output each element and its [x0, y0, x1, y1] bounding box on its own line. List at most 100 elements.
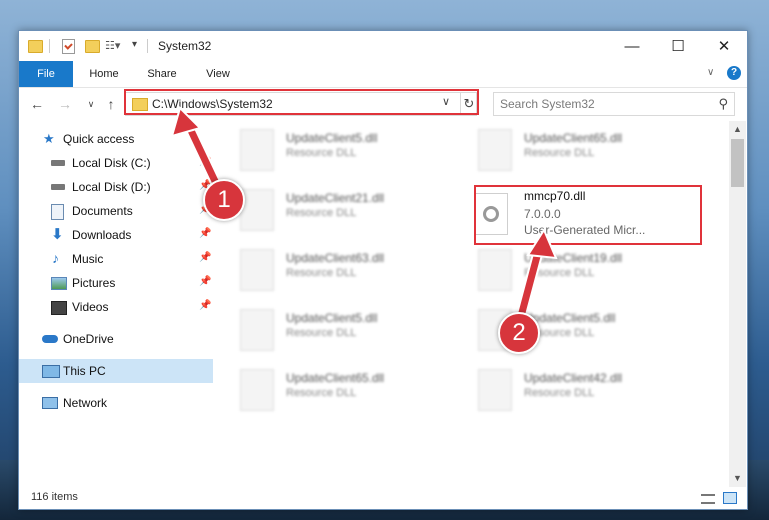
- list-item[interactable]: UpdateClient5.dll Resource DLL: [214, 127, 444, 175]
- new-folder-icon[interactable]: [85, 40, 100, 53]
- pin-icon: 📌: [199, 228, 212, 239]
- sidebar-item-onedrive[interactable]: OneDrive: [19, 327, 213, 351]
- network-icon: [42, 397, 58, 409]
- scrollbar-thumb[interactable]: [731, 139, 744, 187]
- up-arrow-icon[interactable]: ↑: [101, 94, 121, 114]
- pin-icon: 📌: [199, 300, 212, 311]
- monitor-icon: [42, 365, 60, 378]
- title-bar: ☷▾ ▾ System32 — ☐ ✕: [19, 31, 747, 61]
- toolbar-divider: [147, 39, 148, 53]
- forward-arrow-icon[interactable]: →: [55, 94, 75, 114]
- sidebar-item-label: Videos: [72, 300, 109, 314]
- minimize-button[interactable]: —: [609, 31, 655, 61]
- dll-file-icon: [478, 369, 512, 411]
- drive-icon: [51, 160, 65, 166]
- cloud-icon: [42, 335, 58, 343]
- list-item[interactable]: UpdateClient5.dll Resource DLL: [452, 307, 682, 355]
- dll-file-icon: [240, 129, 274, 171]
- callout-badge-2: 2: [498, 312, 540, 354]
- toolbar-divider: [49, 39, 50, 53]
- sidebar-item-pictures[interactable]: Pictures 📌: [19, 271, 213, 295]
- sidebar-item-label: Network: [63, 396, 108, 410]
- callout-badge-1: 1: [203, 179, 245, 221]
- dll-file-icon: [240, 369, 274, 411]
- vertical-scrollbar[interactable]: ▲ ▼: [729, 121, 746, 487]
- drive-icon: [51, 184, 65, 190]
- search-placeholder: Search System32: [500, 97, 595, 111]
- sidebar-item-label: Music: [72, 252, 104, 266]
- file-name: UpdateClient65.dll: [524, 131, 623, 145]
- sidebar-item-documents[interactable]: Documents 📌: [19, 199, 213, 223]
- film-icon: [51, 301, 67, 315]
- list-item[interactable]: UpdateClient63.dll Resource DLL: [214, 247, 444, 295]
- file-name: UpdateClient19.dll: [524, 251, 623, 265]
- item-count: 116 items: [31, 491, 78, 503]
- status-bar: 116 items: [19, 487, 747, 509]
- pictures-icon: [51, 277, 67, 290]
- dll-file-icon: [240, 309, 274, 351]
- ribbon: File Home Share View ∨ ?: [19, 61, 747, 88]
- file-name: UpdateClient21.dll: [286, 191, 385, 205]
- file-highlight-box: [474, 185, 702, 245]
- sidebar-item-label: This PC: [63, 364, 106, 378]
- sidebar-item-network[interactable]: Network: [19, 391, 213, 415]
- list-item[interactable]: UpdateClient65.dll Resource DLL: [214, 367, 444, 415]
- dll-file-icon: [478, 249, 512, 291]
- list-item[interactable]: UpdateClient21.dll Resource DLL: [214, 187, 444, 235]
- chevron-down-icon[interactable]: ∨: [707, 67, 714, 78]
- window-title: System32: [158, 39, 212, 53]
- file-name: UpdateClient65.dll: [286, 371, 385, 385]
- pin-icon: 📌: [199, 276, 212, 287]
- tab-share[interactable]: Share: [137, 61, 187, 87]
- sidebar-item-videos[interactable]: Videos 📌: [19, 295, 213, 319]
- properties-icon[interactable]: [62, 39, 75, 54]
- file-description: Resource DLL: [524, 387, 595, 399]
- list-item[interactable]: UpdateClient5.dll Resource DLL: [214, 307, 444, 355]
- music-note-icon: ♪: [52, 250, 59, 266]
- dll-file-icon: [240, 189, 274, 231]
- file-description: Resource DLL: [286, 267, 357, 279]
- download-arrow-icon: ⬇: [51, 226, 64, 243]
- address-highlight-box: [124, 89, 479, 115]
- sidebar-item-local-disk-d[interactable]: Local Disk (D:) 📌: [19, 175, 213, 199]
- pin-icon: 📌: [199, 252, 212, 263]
- help-icon[interactable]: ?: [727, 66, 741, 80]
- close-button[interactable]: ✕: [701, 31, 747, 61]
- tab-home[interactable]: Home: [79, 61, 129, 87]
- dll-file-icon: [240, 249, 274, 291]
- tab-view[interactable]: View: [193, 61, 243, 87]
- tab-file[interactable]: File: [19, 61, 73, 87]
- file-name: UpdateClient5.dll: [286, 311, 378, 325]
- file-description: Resource DLL: [524, 147, 595, 159]
- sidebar-item-this-pc[interactable]: This PC: [19, 359, 213, 383]
- star-icon: ★: [43, 131, 55, 146]
- sidebar-item-downloads[interactable]: ⬇ Downloads 📌: [19, 223, 213, 247]
- search-icon[interactable]: ⚲: [718, 96, 728, 112]
- sidebar-item-music[interactable]: ♪ Music 📌: [19, 247, 213, 271]
- search-input[interactable]: Search System32 ⚲: [493, 92, 735, 116]
- recent-locations-icon[interactable]: ∨: [81, 94, 101, 114]
- sidebar-item-quick-access[interactable]: ★ Quick access: [19, 127, 213, 151]
- customize-qa-icon[interactable]: ☷▾: [105, 39, 120, 55]
- sidebar-item-local-disk-c[interactable]: Local Disk (C:) 📌: [19, 151, 213, 175]
- sidebar-item-label: Pictures: [72, 276, 116, 290]
- maximize-button[interactable]: ☐: [655, 31, 701, 61]
- list-item[interactable]: UpdateClient65.dll Resource DLL: [452, 127, 682, 175]
- file-description: Resource DLL: [286, 387, 357, 399]
- list-item[interactable]: UpdateClient42.dll Resource DLL: [452, 367, 682, 415]
- file-name: UpdateClient42.dll: [524, 371, 623, 385]
- sidebar-item-label: Local Disk (D:): [72, 180, 151, 194]
- navigation-pane: ★ Quick access Local Disk (C:) 📌 Local D…: [19, 121, 213, 487]
- list-item[interactable]: UpdateClient19.dll Resource DLL: [452, 247, 682, 295]
- pin-icon: 📌: [199, 156, 212, 167]
- back-arrow-icon[interactable]: ←: [27, 94, 47, 114]
- scroll-up-icon[interactable]: ▲: [729, 121, 746, 138]
- qa-dropdown-icon[interactable]: ▾: [132, 39, 137, 55]
- sidebar-item-label: OneDrive: [63, 332, 114, 346]
- scroll-down-icon[interactable]: ▼: [729, 470, 746, 487]
- file-list: UpdateClient5.dll Resource DLL UpdateCli…: [214, 121, 729, 487]
- file-name: UpdateClient63.dll: [286, 251, 385, 265]
- tiles-view-icon[interactable]: [723, 492, 737, 504]
- dll-file-icon: [478, 129, 512, 171]
- details-view-icon[interactable]: [701, 494, 715, 504]
